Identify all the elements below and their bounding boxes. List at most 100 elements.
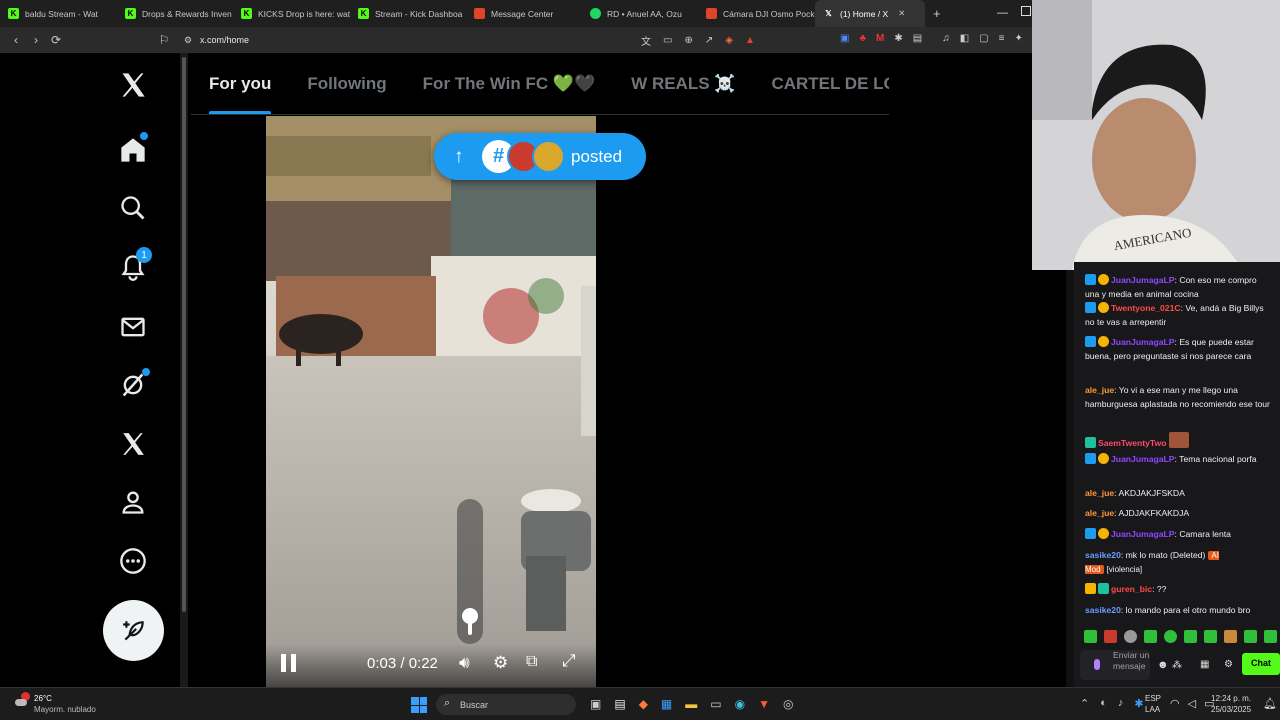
taskbar-search-box[interactable]: ⌕ Buscar — [436, 694, 576, 715]
emote-icon[interactable] — [1144, 630, 1157, 643]
browser-tab[interactable]: Message Center — [466, 0, 582, 27]
brave-rewards-icon[interactable]: ▲ — [745, 35, 755, 46]
notifications-bell-icon[interactable]: 1 — [118, 247, 152, 282]
chat-username[interactable]: SaemTwentyTwo — [1098, 438, 1166, 448]
browser-tab[interactable]: RD • Anuel AA, Ozu — [582, 0, 698, 27]
brave-shield-icon[interactable]: ◈ — [725, 35, 733, 46]
emote-icon[interactable] — [1264, 630, 1277, 643]
profile-icon[interactable] — [118, 487, 148, 517]
emote-icon[interactable] — [1184, 630, 1197, 643]
chat-username[interactable]: JuanJumagaLP — [1111, 275, 1175, 285]
windows-start-icon[interactable] — [411, 697, 427, 713]
site-info-icon[interactable]: ⚙ — [178, 35, 198, 46]
language-indicator[interactable]: ESP — [1145, 694, 1161, 703]
send-chat-button[interactable]: Chat — [1242, 653, 1280, 675]
extensions-puzzle-icon[interactable]: ✱ — [894, 33, 902, 44]
emote-icon[interactable] — [1124, 630, 1137, 643]
task-view-icon[interactable]: ▣ — [590, 697, 601, 711]
pause-icon[interactable] — [281, 654, 299, 674]
picture-in-picture-icon[interactable]: ⧉ — [526, 653, 537, 671]
emote-icon[interactable] — [1104, 630, 1117, 643]
reload-icon[interactable]: ⟳ — [46, 33, 66, 47]
chat-username[interactable]: ale_jue — [1085, 508, 1114, 518]
tab-cartel[interactable]: CARTEL DE LO — [753, 53, 889, 114]
tray-overflow-icon[interactable]: ⌃ — [1080, 697, 1089, 710]
back-icon[interactable]: ‹ — [6, 33, 26, 47]
emote-picker-icon[interactable]: ☻ — [1157, 659, 1169, 673]
volume-slider-handle[interactable] — [462, 608, 478, 624]
extension-m-icon[interactable]: M — [876, 33, 884, 44]
tray-status[interactable]: ◠ ◁ ▭ — [1170, 697, 1214, 710]
new-posts-pill[interactable]: ↑ # posted — [434, 133, 646, 180]
store-app-icon[interactable]: ▦ — [661, 697, 672, 711]
chat-scrollbar[interactable] — [1066, 270, 1074, 687]
file-explorer-icon[interactable]: ▬ — [685, 697, 697, 711]
chat-username[interactable]: JuanJumagaLP — [1111, 529, 1175, 539]
zoom-icon[interactable]: ⊕ — [684, 35, 692, 46]
minimize-button[interactable]: — — [997, 7, 1008, 19]
emote-icon[interactable] — [1164, 630, 1177, 643]
browser-tab[interactable]: Kbaldu Stream - Wat — [0, 0, 117, 27]
chat-username[interactable]: ale_jue — [1085, 385, 1114, 395]
chat-username[interactable]: Twentyone_021C — [1111, 303, 1181, 313]
chat-username[interactable]: guren_bic — [1111, 584, 1152, 594]
more-options-icon[interactable] — [118, 546, 148, 576]
fullscreen-icon[interactable]: ⤢ — [562, 651, 576, 671]
browser-tab[interactable]: K KICKS Drop is here: wat — [233, 0, 350, 27]
media-icon[interactable]: ♫ — [942, 33, 950, 44]
explore-search-icon[interactable] — [118, 193, 148, 223]
browser-tab[interactable]: 𝕏 (1) Home / X ✕ — [815, 0, 925, 27]
downloads-icon[interactable]: ≡ — [999, 33, 1005, 44]
share-icon[interactable]: ↗ — [705, 35, 713, 46]
volume-icon[interactable]: 🔊︎ — [459, 653, 470, 673]
chat-settings-icon[interactable]: ⚙ — [1224, 658, 1233, 672]
chat-username[interactable]: JuanJumagaLP — [1111, 337, 1175, 347]
app-icon[interactable]: ▤ — [614, 697, 625, 711]
browser-tab[interactable]: Cámara DJI Osmo Pock — [698, 0, 815, 27]
brave-icon[interactable]: ▼ — [758, 697, 770, 711]
reading-list-icon[interactable]: ▤ — [913, 33, 922, 44]
browser-tab[interactable]: K Drops & Rewards Inven — [117, 0, 233, 27]
chat-username[interactable]: JuanJumagaLP — [1111, 454, 1175, 464]
close-tab-icon[interactable]: ✕ — [898, 8, 905, 19]
tray-bluetooth-icon[interactable]: ✱ — [1134, 697, 1143, 710]
wallet-icon[interactable]: ▢ — [979, 33, 988, 44]
grok-icon[interactable] — [118, 368, 150, 400]
terminal-icon[interactable]: ▭ — [710, 697, 721, 711]
maximize-button[interactable] — [1021, 6, 1031, 16]
bookmark-icon[interactable]: ⚐ — [154, 33, 174, 47]
translate-icon[interactable]: 文 — [641, 33, 651, 48]
office-icon[interactable]: ◆ — [639, 697, 648, 711]
tab-for-you[interactable]: For you — [191, 53, 289, 114]
compose-post-button[interactable] — [103, 600, 164, 661]
left-scrollbar[interactable] — [180, 53, 188, 687]
emote-icon[interactable] — [1204, 630, 1217, 643]
chat-tools-icon[interactable]: ⁂ — [1172, 659, 1182, 673]
tab-following[interactable]: Following — [289, 53, 404, 114]
x-logo-icon[interactable] — [118, 70, 148, 100]
chat-username[interactable]: sasike20 — [1085, 550, 1121, 560]
volume-slider[interactable] — [457, 499, 483, 644]
emote-icon[interactable] — [1244, 630, 1257, 643]
notification-center-icon[interactable]: 🔔︎ — [1263, 697, 1277, 710]
browser-tab[interactable]: K Stream - Kick Dashboa — [350, 0, 466, 27]
new-tab-button[interactable]: + — [925, 0, 949, 27]
url-field[interactable]: x.com/home — [200, 35, 249, 45]
tray-mic-icon[interactable]: ♪ — [1118, 697, 1124, 710]
scrollbar-thumb[interactable] — [182, 57, 186, 612]
tab-w-reals[interactable]: W REALS ☠️ — [613, 53, 753, 114]
sidebar-icon[interactable]: ◧ — [960, 33, 969, 44]
cast-icon[interactable]: ▭ — [663, 35, 672, 46]
emote-icon[interactable] — [1084, 630, 1097, 643]
chat-message-input[interactable]: Enviar un mensaje — [1080, 650, 1150, 680]
messages-envelope-icon[interactable] — [118, 312, 148, 342]
settings-gear-icon[interactable]: ⚙ — [493, 653, 508, 673]
emote-icon[interactable] — [1224, 630, 1237, 643]
store-icon[interactable]: ▦ — [1200, 658, 1209, 672]
chat-username[interactable]: sasike20 — [1085, 605, 1121, 615]
forward-icon[interactable]: › — [26, 33, 46, 47]
video-player[interactable]: 0:03 / 0:22 🔊︎ ⚙ ⧉ ⤢ — [266, 116, 596, 687]
tray-app-icon[interactable]: ◐ — [1100, 697, 1107, 710]
chat-username[interactable]: ale_jue — [1085, 488, 1114, 498]
edge-icon[interactable]: ◉ — [735, 697, 745, 711]
